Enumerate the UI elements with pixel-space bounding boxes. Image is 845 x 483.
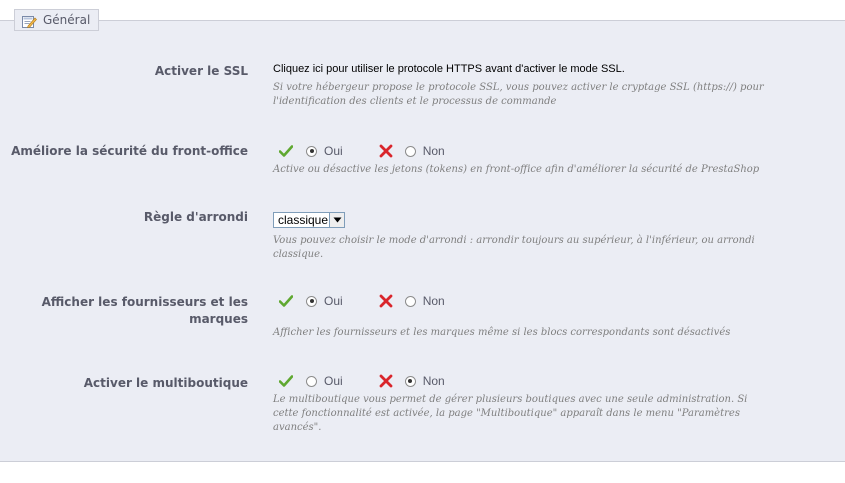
ssl-label: Activer le SSL [154, 64, 248, 78]
token-no-label[interactable]: Non [423, 144, 445, 158]
section-title: Général [43, 13, 91, 27]
check-icon [278, 374, 294, 388]
token-label: Améliore la sécurité du front-office [11, 144, 248, 158]
ssl-description: Si votre hébergeur propose le protocole … [273, 82, 764, 107]
multishop-yes-radio[interactable] [306, 375, 317, 387]
rounding-select[interactable]: classique [273, 212, 346, 228]
check-icon [278, 144, 294, 158]
form-edit-icon [22, 13, 37, 28]
token-yes-label[interactable]: Oui [324, 144, 343, 158]
suppliers-no-radio[interactable] [404, 295, 416, 307]
multishop-no-label[interactable]: Non [423, 374, 445, 388]
token-no-radio[interactable] [404, 145, 416, 157]
suppliers-label: Afficher les fournisseurs et les marques [41, 295, 248, 326]
token-description: Active ou désactive les jetons (tokens) … [273, 164, 760, 175]
suppliers-yes-radio[interactable] [306, 295, 317, 307]
rounding-description: Vous pouvez choisir le mode d'arrondi : … [273, 235, 755, 260]
chevron-down-icon[interactable] [329, 213, 345, 227]
cross-icon [379, 374, 393, 388]
cross-icon [379, 144, 393, 158]
suppliers-no-label[interactable]: Non [423, 294, 445, 308]
multishop-description: Le multiboutique vous permet de gérer pl… [273, 394, 748, 433]
multishop-no-radio[interactable] [404, 375, 416, 387]
section-legend: Général [14, 9, 100, 31]
rounding-label: Règle d'arrondi [143, 210, 248, 224]
token-yes-radio[interactable] [306, 145, 317, 157]
check-icon [278, 294, 294, 308]
cross-icon [379, 294, 393, 308]
enable-https-link[interactable]: Cliquez ici pour utiliser le protocole H… [273, 62, 773, 76]
multishop-yes-label[interactable]: Oui [324, 374, 343, 388]
multishop-label: Activer le multiboutique [83, 376, 248, 390]
suppliers-yes-label[interactable]: Oui [324, 294, 343, 308]
rounding-select-value: classique [278, 213, 329, 227]
suppliers-description: Afficher les fournisseurs et les marques… [273, 327, 731, 338]
